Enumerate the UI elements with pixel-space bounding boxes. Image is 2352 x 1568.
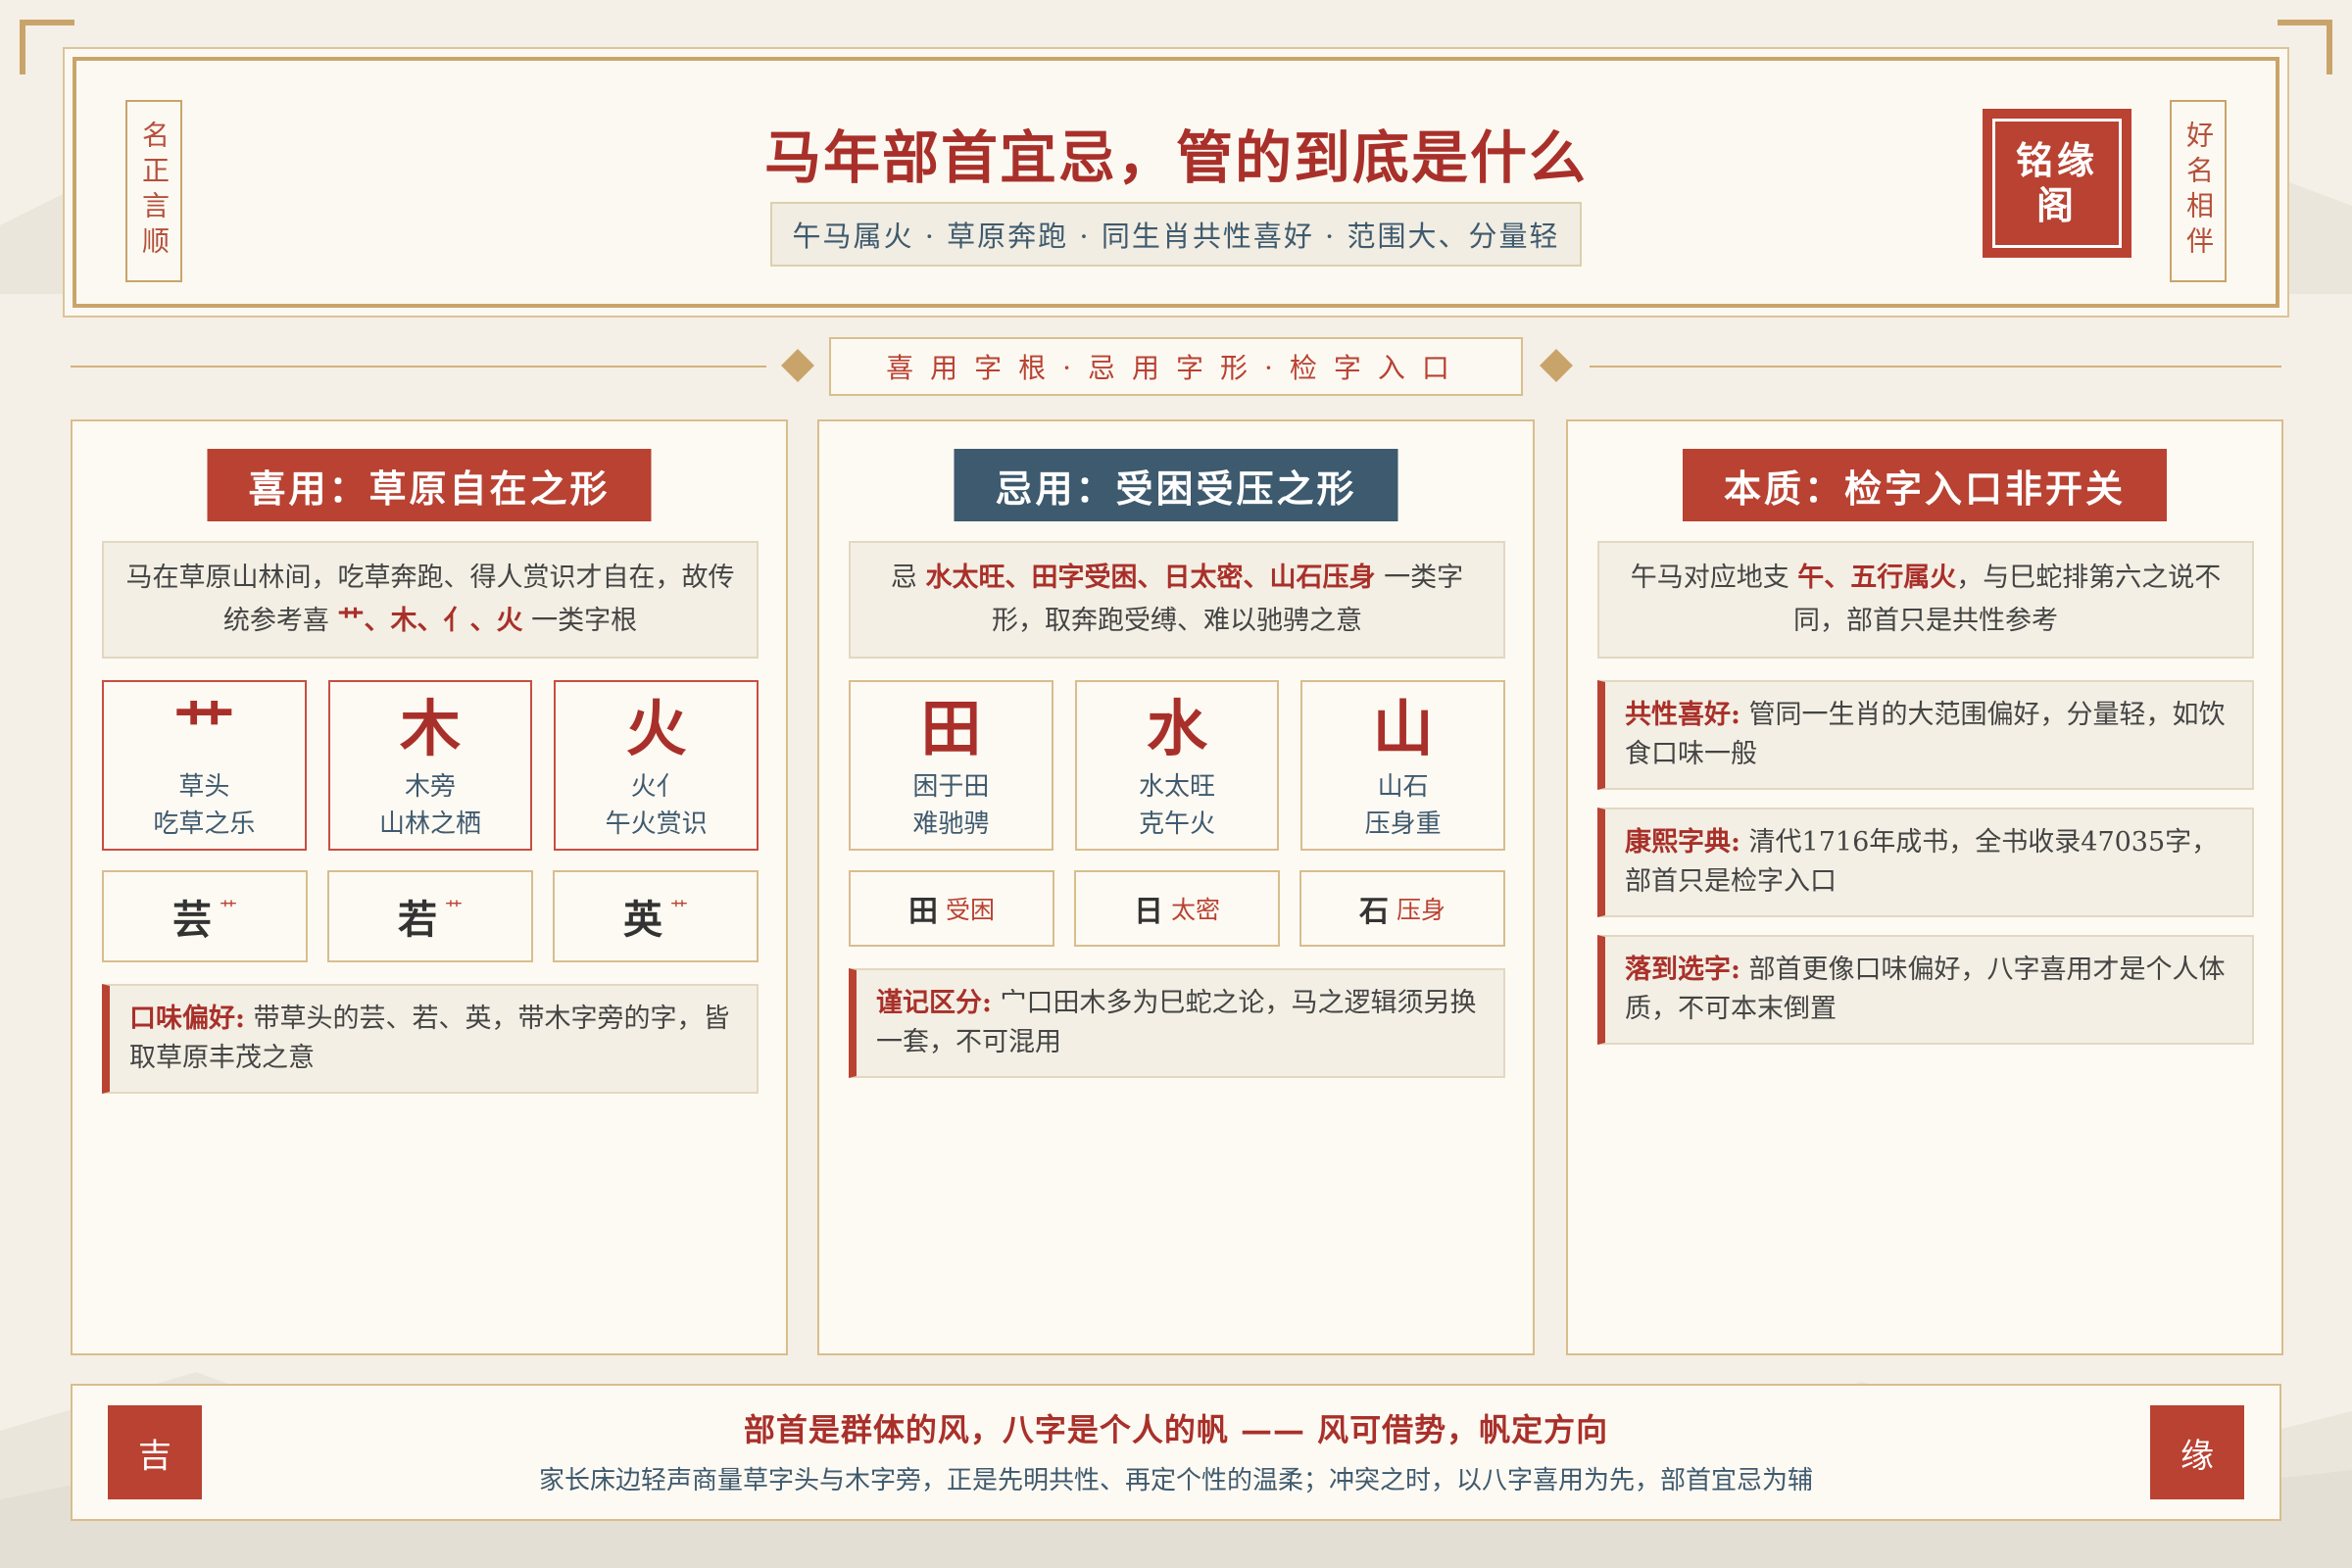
- example-chars: 芸 艹 若 艹 英 艹: [102, 870, 759, 962]
- example-char: 芸: [172, 897, 212, 943]
- example-tag: 受困: [945, 896, 995, 924]
- radical-card: 山 山石 压身重: [1300, 680, 1506, 851]
- intro-text: 午马对应地支: [1630, 563, 1798, 593]
- radical-card: 水 水太旺 克午火: [1074, 680, 1280, 851]
- note-key: 谨记区分:: [876, 988, 992, 1018]
- radical-card: 艹 草头 吃草之乐: [102, 680, 307, 851]
- panel-essence: 本质：检字入口非开关 午马对应地支 午、五行属火，与巳蛇排第六之说不同，部首只是…: [1566, 419, 2283, 1355]
- intro-text: 忌: [890, 563, 926, 593]
- header: 名正言顺 马年部首宜忌，管的到底是什么 午马属火 · 草原奔跑 · 同生肖共性喜…: [63, 47, 2289, 318]
- radical-char: 艹: [173, 693, 235, 764]
- radical-char: 水: [1147, 693, 1208, 764]
- header-frame: 名正言顺 马年部首宜忌，管的到底是什么 午马属火 · 草原奔跑 · 同生肖共性喜…: [73, 57, 2279, 308]
- radical-meaning: 吃草之乐: [153, 809, 256, 839]
- note-key: 落到选字:: [1625, 955, 1740, 985]
- radical-char: 木: [400, 693, 462, 764]
- footer-title: 部首是群体的风，八字是个人的帆 —— 风可借势，帆定方向: [743, 1411, 1609, 1448]
- radical-name: 木旁: [405, 772, 457, 802]
- radical-card: 木 木旁 山林之栖: [327, 680, 533, 851]
- example-radical: 艹: [670, 899, 688, 919]
- example-char: 日: [1133, 895, 1163, 929]
- example-char-card: 日 太密: [1074, 870, 1280, 947]
- example-char-card: 若 艹: [327, 870, 533, 962]
- diamond-icon: [1540, 349, 1573, 382]
- example-tag: 压身: [1396, 896, 1446, 924]
- radical-meaning: 山林之栖: [379, 809, 482, 839]
- radical-name: 水太旺: [1139, 772, 1216, 802]
- example-radical: 艹: [445, 899, 463, 919]
- diamond-icon: [781, 349, 814, 382]
- example-char: 英: [623, 897, 662, 943]
- header-right-tag: 好名相伴: [2170, 100, 2227, 282]
- panel-note: 共性喜好: 管同一生肖的大范围偏好，分量轻，如饮食口味一般: [1597, 680, 2254, 790]
- radical-name: 火亻: [630, 772, 682, 802]
- panel-title: 喜用：草原自在之形: [207, 449, 652, 521]
- radical-meaning: 午火赏识: [605, 809, 708, 839]
- radical-name: 草头: [178, 772, 230, 802]
- radical-meaning: 难驰骋: [912, 809, 990, 839]
- panel-note: 康熙字典: 清代1716年成书，全书收录47035字，部首只是检字入口: [1597, 808, 2254, 917]
- radical-char: 火: [625, 693, 687, 764]
- radical-meaning: 压身重: [1364, 809, 1442, 839]
- banner-divider-left: [71, 366, 766, 368]
- footer: 吉 部首是群体的风，八字是个人的帆 —— 风可借势，帆定方向 家长床边轻声商量草…: [71, 1384, 2281, 1521]
- panel-avoid: 忌用：受困受压之形 忌 水太旺、田字受困、日太密、山石压身 一类字形，取奔跑受缚…: [817, 419, 1535, 1355]
- page-title: 马年部首宜忌，管的到底是什么: [763, 124, 1588, 191]
- section-banner: 喜用字根·忌用字形·检字入口: [829, 337, 1523, 396]
- radical-cards: 田 困于田 难驰骋 水 水太旺 克午火 山 山石 压身重: [849, 680, 1506, 851]
- example-char-card: 芸 艹: [102, 870, 308, 962]
- intro-text: 一类字根: [522, 606, 638, 636]
- note-key: 康熙字典:: [1625, 827, 1740, 858]
- footer-seal-right: 缘: [2150, 1405, 2244, 1499]
- note-key: 口味偏好:: [129, 1004, 245, 1034]
- panel-intro: 忌 水太旺、田字受困、日太密、山石压身 一类字形，取奔跑受缚、难以驰骋之意: [849, 541, 1505, 659]
- panel-note: 谨记区分: 宀口田木多为巳蛇之论，马之逻辑须另换一套，不可混用: [849, 968, 1505, 1078]
- radical-name: 山石: [1377, 772, 1429, 802]
- example-char-card: 英 艹: [553, 870, 759, 962]
- panel-favorable: 喜用：草原自在之形 马在草原山林间，吃草奔跑、得人赏识才自在，故传统参考喜 艹、…: [71, 419, 788, 1355]
- panel-title: 忌用：受困受压之形: [954, 449, 1398, 521]
- radical-card: 火 火亻 午火赏识: [554, 680, 760, 851]
- example-char: 田: [907, 895, 938, 929]
- example-char-card: 石 压身: [1299, 870, 1505, 947]
- example-char: 若: [398, 897, 437, 943]
- radical-cards: 艹 草头 吃草之乐 木 木旁 山林之栖 火 火亻 午火赏识: [102, 680, 760, 851]
- intro-highlight: 艹、木、亻、火: [337, 606, 523, 636]
- note-key: 共性喜好:: [1625, 700, 1740, 730]
- panel-intro: 马在草原山林间，吃草奔跑、得人赏识才自在，故传统参考喜 艹、木、亻、火 一类字根: [102, 541, 759, 659]
- example-chars: 田 受困 日 太密 石 压身: [849, 870, 1505, 947]
- radical-card: 田 困于田 难驰骋: [849, 680, 1054, 851]
- panel-title: 本质：检字入口非开关: [1682, 449, 2168, 521]
- page-subtitle: 午马属火 · 草原奔跑 · 同生肖共性喜好 · 范围大、分量轻: [770, 202, 1582, 267]
- radical-name: 困于田: [912, 772, 990, 802]
- panel-intro: 午马对应地支 午、五行属火，与巳蛇排第六之说不同，部首只是共性参考: [1597, 541, 2254, 659]
- panel-note: 落到选字: 部首更像口味偏好，八字喜用才是个人体质，不可本末倒置: [1597, 935, 2254, 1045]
- panel-note: 口味偏好: 带草头的芸、若、英，带木字旁的字，皆取草原丰茂之意: [102, 984, 759, 1094]
- banner-divider-right: [1590, 366, 2281, 368]
- radical-char: 田: [920, 693, 982, 764]
- intro-highlight: 水太旺、田字受困、日太密、山石压身: [925, 563, 1376, 593]
- example-tag: 太密: [1170, 896, 1220, 924]
- radical-char: 山: [1372, 693, 1434, 764]
- example-char-card: 田 受困: [849, 870, 1054, 947]
- example-char: 石: [1358, 895, 1389, 929]
- brand-seal: 铭缘阁: [1985, 112, 2129, 255]
- intro-highlight: 午、五行属火: [1797, 563, 1957, 593]
- radical-meaning: 克午火: [1139, 809, 1216, 839]
- example-radical: 艹: [220, 899, 237, 919]
- footer-subtitle: 家长床边轻声商量草字头与木字旁，正是先明共性、再定个性的温柔；冲突之时，以八字喜…: [538, 1466, 1813, 1495]
